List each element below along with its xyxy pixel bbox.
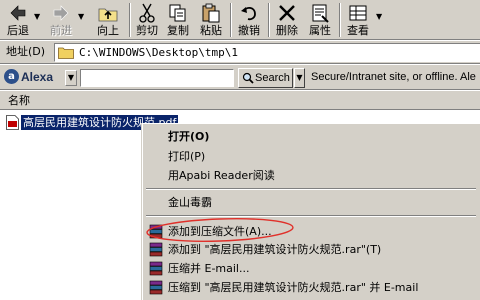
alexa-logo-text: Alexa: [21, 70, 54, 84]
address-bar: 地址(D) C:\WINDOWS\Desktop\tmp\1: [0, 40, 480, 64]
undo-label: 撤销: [238, 24, 260, 37]
delete-button[interactable]: 删除: [271, 1, 303, 39]
menu-item-label: 添加到 "高层民用建筑设计防火规范.rar"(T): [168, 243, 382, 256]
toolbar: 后退 ▼ 前进 ▼ 向上 剪切 复制 粘贴 撤销 删除 属性 查看 ▼: [0, 0, 480, 40]
toolbar-divider: [129, 3, 131, 37]
alexa-toolbar: a Alexa ▼ Search ▼ Secure/Intranet site,…: [0, 64, 480, 90]
alexa-dropdown-icon[interactable]: ▼: [65, 70, 77, 86]
toolbar-divider: [339, 3, 341, 37]
forward-button[interactable]: 前进: [44, 1, 78, 39]
folder-up-icon: [98, 8, 118, 22]
alexa-status-text: Secure/Intranet site, or offline. Ale: [311, 71, 476, 83]
column-header-name[interactable]: 名称: [8, 94, 30, 107]
menu-item-compress-email[interactable]: 压缩并 E-mail...: [143, 260, 479, 278]
copy-button[interactable]: 复制: [163, 1, 193, 39]
copy-icon: [169, 4, 186, 22]
menu-item-label: 打印(P): [168, 150, 206, 163]
address-value: C:\WINDOWS\Desktop\tmp\1: [79, 46, 238, 59]
pdf-file-icon: [6, 115, 19, 130]
search-dropdown-icon[interactable]: ▼: [294, 68, 305, 88]
paste-button[interactable]: 粘贴: [195, 1, 227, 39]
menu-item-apabi-reader[interactable]: 用Apabi Reader阅读: [143, 167, 479, 185]
menu-item-open[interactable]: 打开(O): [143, 128, 479, 146]
properties-button[interactable]: 属性: [304, 1, 336, 39]
alexa-search-input[interactable]: [80, 69, 234, 87]
winrar-books-icon: [149, 242, 163, 257]
properties-icon: [312, 4, 329, 23]
delete-label: 删除: [276, 24, 298, 37]
menu-item-compress-to-rar-email[interactable]: 压缩到 "高层民用建筑设计防火规范.rar" 并 E-mail: [143, 279, 479, 297]
copy-label: 复制: [167, 24, 189, 37]
properties-label: 属性: [309, 24, 331, 37]
menu-item-label: 压缩并 E-mail...: [168, 262, 250, 275]
view-label: 查看: [347, 24, 369, 37]
winrar-books-icon: [149, 280, 163, 295]
menu-item-print[interactable]: 打印(P): [143, 148, 479, 166]
alexa-a-icon: a: [4, 69, 19, 84]
magnifier-icon: [242, 72, 254, 84]
cut-button[interactable]: 剪切: [133, 1, 161, 39]
paste-label: 粘贴: [200, 24, 222, 37]
toolbar-divider: [268, 3, 270, 37]
menu-item-kingsoft-antivirus[interactable]: 金山毒霸: [143, 194, 479, 212]
view-dropdown-icon[interactable]: ▼: [376, 13, 384, 21]
folder-icon: [58, 47, 74, 59]
undo-button[interactable]: 撤销: [233, 1, 265, 39]
menu-separator: [146, 188, 476, 190]
paste-icon: [202, 3, 220, 23]
list-header: 名称: [0, 90, 480, 110]
menu-item-label: 压缩到 "高层民用建筑设计防火规范.rar" 并 E-mail: [168, 281, 419, 294]
up-button[interactable]: 向上: [90, 1, 126, 39]
view-button[interactable]: 查看: [342, 1, 374, 39]
menu-item-label: 打开(O): [168, 130, 210, 143]
menu-item-label: 用Apabi Reader阅读: [168, 169, 275, 182]
cut-label: 剪切: [136, 24, 158, 37]
back-arrow-icon: [10, 5, 26, 21]
forward-arrow-icon: [53, 5, 69, 21]
back-button[interactable]: 后退: [2, 1, 34, 39]
back-dropdown-icon[interactable]: ▼: [34, 13, 42, 21]
up-label: 向上: [97, 24, 119, 37]
annotation-ellipse: [146, 218, 294, 242]
alexa-logo[interactable]: a Alexa: [4, 68, 62, 87]
search-button[interactable]: Search: [238, 68, 293, 88]
forward-dropdown-icon[interactable]: ▼: [78, 13, 86, 21]
context-menu: 打开(O) 打印(P) 用Apabi Reader阅读 金山毒霸 添加到压缩文件…: [142, 123, 480, 300]
search-label: Search: [255, 72, 290, 84]
view-grid-icon: [349, 5, 367, 21]
delete-x-icon: [279, 5, 295, 21]
winrar-books-icon: [149, 261, 163, 276]
undo-icon: [241, 7, 256, 21]
back-label: 后退: [7, 24, 29, 37]
address-input[interactable]: C:\WINDOWS\Desktop\tmp\1: [54, 43, 480, 62]
address-label: 地址(D): [6, 45, 46, 58]
scissors-icon: [139, 3, 155, 23]
menu-item-label: 金山毒霸: [168, 196, 212, 209]
toolbar-divider: [230, 3, 232, 37]
forward-label: 前进: [50, 24, 72, 37]
